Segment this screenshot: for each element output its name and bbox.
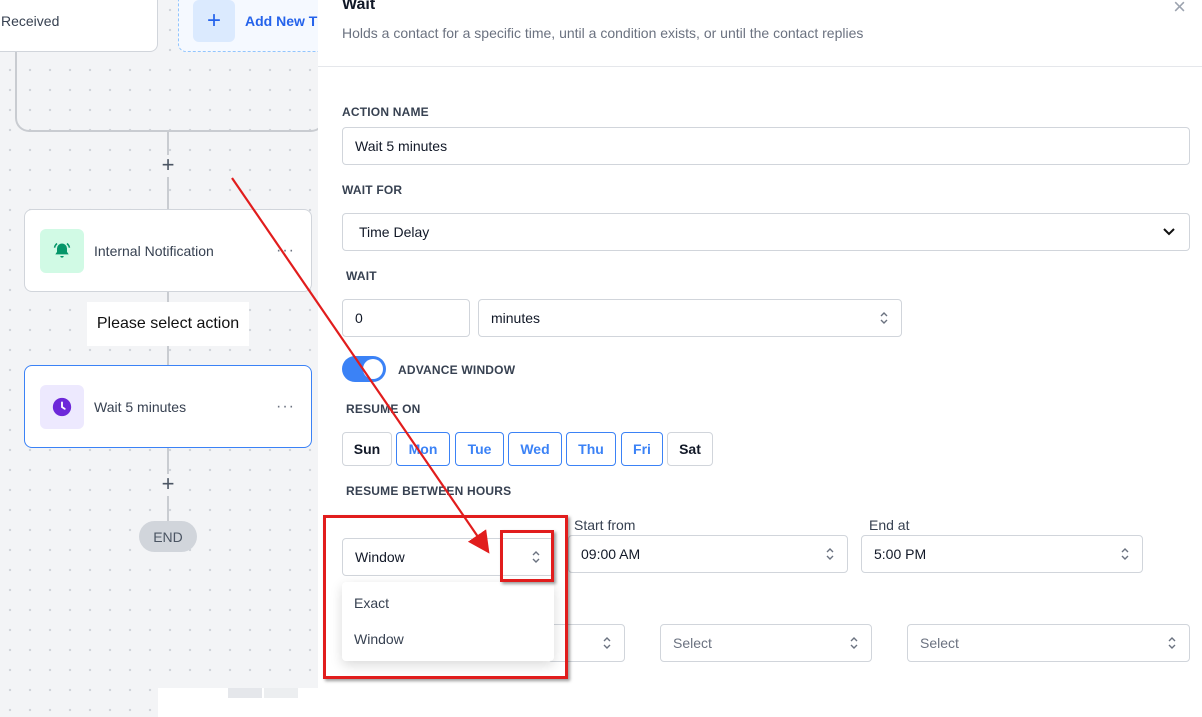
resume-on-label: RESUME ON: [346, 402, 421, 416]
wait-for-select[interactable]: Time Delay: [342, 213, 1190, 251]
action-card-label: Wait 5 minutes: [94, 398, 187, 415]
action-name-label: ACTION NAME: [342, 105, 429, 119]
add-new-trigger-card[interactable]: + Add New T: [178, 0, 318, 52]
secondary-select-3[interactable]: Select: [907, 624, 1190, 662]
wait-label: WAIT: [346, 269, 377, 283]
add-step-plus-icon[interactable]: +: [158, 154, 178, 176]
workflow-canvas: Received + Add New T + Internal Notifica…: [0, 0, 318, 717]
end-at-value: 5:00 PM: [874, 546, 927, 562]
sort-arrows-icon: [880, 312, 888, 324]
advance-window-toggle[interactable]: [342, 356, 386, 382]
day-button-wed[interactable]: Wed: [508, 432, 562, 466]
select-placeholder: Select: [920, 635, 959, 651]
panel-title: Wait: [342, 0, 376, 13]
clock-icon: [40, 384, 84, 429]
select-action-tooltip: Please select action: [87, 302, 249, 346]
action-name-value: Wait 5 minutes: [355, 138, 448, 154]
header-divider: [318, 66, 1202, 67]
plus-icon: +: [193, 0, 235, 42]
panel-subtitle: Holds a contact for a specific time, unt…: [342, 25, 864, 41]
minimap-bar: [228, 688, 262, 698]
day-button-mon[interactable]: Mon: [396, 432, 450, 466]
more-options-icon[interactable]: ···: [276, 242, 295, 260]
wait-amount-value: 0: [355, 310, 363, 326]
wait-unit-select[interactable]: minutes: [478, 299, 902, 337]
minimap-bar: [264, 688, 298, 698]
sort-arrows-icon: [603, 637, 611, 649]
wait-for-value: Time Delay: [359, 224, 430, 240]
end-at-label: End at: [869, 517, 910, 533]
add-new-trigger-label: Add New T: [245, 13, 318, 29]
connector-line: [167, 177, 169, 209]
sort-arrows-icon: [1121, 548, 1129, 560]
secondary-select-2[interactable]: Select: [660, 624, 872, 662]
more-options-icon[interactable]: ···: [276, 398, 295, 416]
start-from-label: Start from: [574, 517, 636, 533]
chevron-down-icon: [1163, 228, 1175, 236]
end-at-select[interactable]: 5:00 PM: [861, 535, 1143, 573]
sort-arrows-icon: [826, 548, 834, 560]
start-from-select[interactable]: 09:00 AM: [568, 535, 848, 573]
sort-arrows-icon: [850, 637, 858, 649]
action-card-internal-notification[interactable]: Internal Notification ···: [24, 209, 312, 292]
select-placeholder: Select: [673, 635, 712, 651]
sort-arrows-icon: [1168, 637, 1176, 649]
advance-window-label: ADVANCE WINDOW: [398, 363, 516, 377]
resume-between-hours-label: RESUME BETWEEN HOURS: [346, 484, 512, 498]
add-step-plus-icon[interactable]: +: [158, 473, 178, 495]
action-name-input[interactable]: Wait 5 minutes: [342, 127, 1190, 165]
bell-icon: [40, 228, 84, 273]
day-button-fri[interactable]: Fri: [621, 432, 663, 466]
action-card-label: Internal Notification: [94, 242, 214, 259]
end-node: END: [139, 521, 197, 552]
close-icon[interactable]: ×: [1173, 0, 1186, 20]
trigger-card-label: Received: [1, 13, 60, 29]
start-from-value: 09:00 AM: [581, 546, 641, 562]
wait-for-label: WAIT FOR: [342, 183, 403, 197]
day-button-thu[interactable]: Thu: [566, 432, 616, 466]
wait-unit-value: minutes: [491, 310, 541, 326]
day-button-tue[interactable]: Tue: [455, 432, 504, 466]
annotation-highlight-box: [500, 530, 554, 582]
branch-connector: [15, 40, 318, 132]
connector-line: [167, 496, 169, 521]
action-card-wait[interactable]: Wait 5 minutes ···: [24, 365, 312, 448]
wait-amount-input[interactable]: 0: [342, 299, 470, 337]
day-button-sat[interactable]: Sat: [667, 432, 713, 466]
trigger-card-received[interactable]: Received: [0, 0, 158, 52]
day-button-sun[interactable]: Sun: [342, 432, 392, 466]
